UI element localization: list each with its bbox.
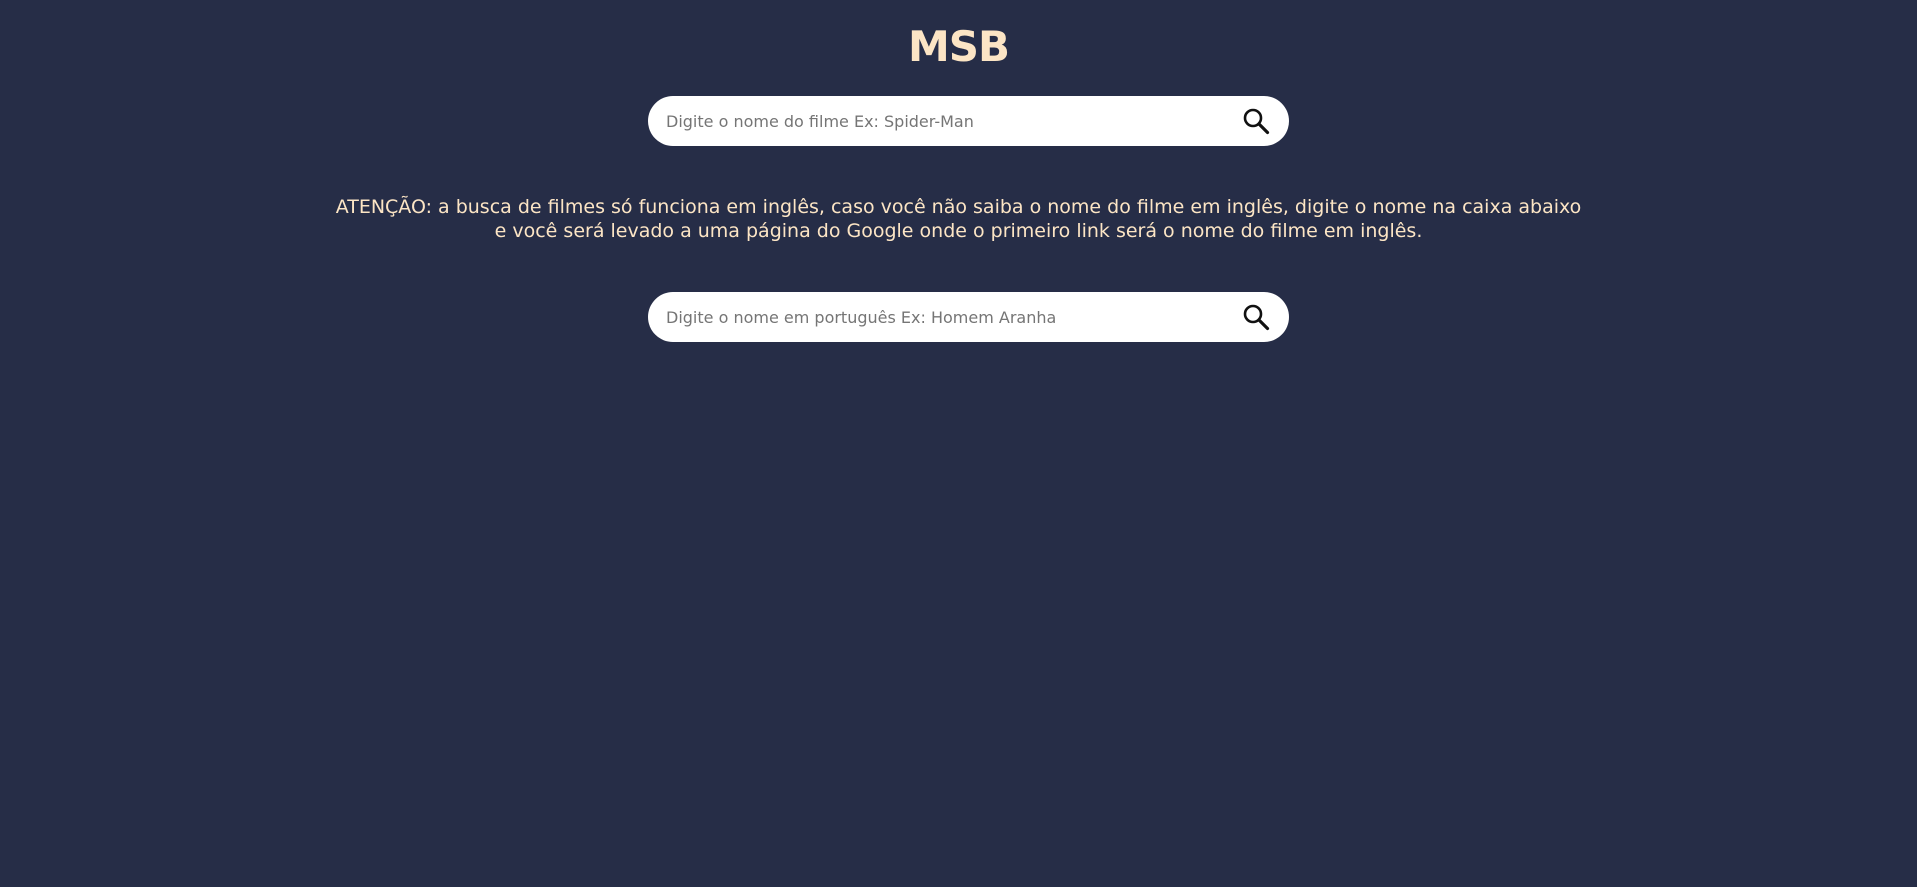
portuguese-search-form — [648, 292, 1289, 342]
page-title: MSB — [907, 22, 1010, 71]
portuguese-search-button[interactable] — [1229, 292, 1289, 342]
english-movie-search-input[interactable] — [648, 96, 1229, 146]
notice-line-1: ATENÇÃO: a busca de filmes só funciona e… — [335, 196, 1582, 218]
language-notice: ATENÇÃO: a busca de filmes só funciona e… — [300, 195, 1617, 243]
notice-line-2: e você será levado a uma página do Googl… — [494, 220, 1423, 242]
search-icon — [1242, 303, 1270, 331]
english-search-form — [648, 96, 1289, 146]
search-icon — [1242, 107, 1270, 135]
portuguese-movie-search-input[interactable] — [648, 292, 1229, 342]
english-search-button[interactable] — [1229, 96, 1289, 146]
